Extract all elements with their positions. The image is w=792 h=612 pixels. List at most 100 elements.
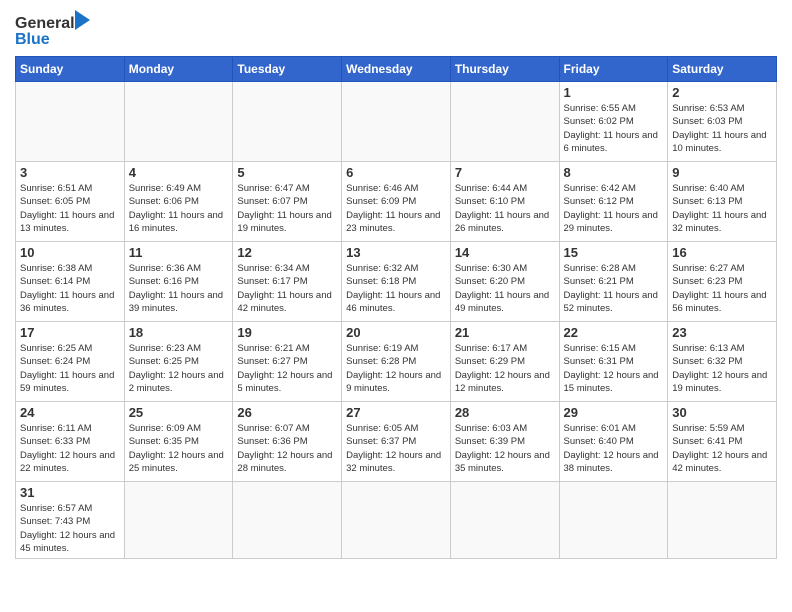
- day-info: Sunrise: 6:42 AM Sunset: 6:12 PM Dayligh…: [564, 182, 664, 235]
- day-number: 16: [672, 245, 772, 260]
- calendar-cell: [450, 482, 559, 559]
- day-number: 29: [564, 405, 664, 420]
- day-number: 18: [129, 325, 229, 340]
- day-number: 30: [672, 405, 772, 420]
- day-info: Sunrise: 6:40 AM Sunset: 6:13 PM Dayligh…: [672, 182, 772, 235]
- col-header-saturday: Saturday: [668, 57, 777, 82]
- day-info: Sunrise: 6:17 AM Sunset: 6:29 PM Dayligh…: [455, 342, 555, 395]
- calendar-cell: 14Sunrise: 6:30 AM Sunset: 6:20 PM Dayli…: [450, 242, 559, 322]
- svg-text:General: General: [15, 15, 75, 32]
- day-info: Sunrise: 6:27 AM Sunset: 6:23 PM Dayligh…: [672, 262, 772, 315]
- calendar-cell: 24Sunrise: 6:11 AM Sunset: 6:33 PM Dayli…: [16, 402, 125, 482]
- day-info: Sunrise: 6:53 AM Sunset: 6:03 PM Dayligh…: [672, 102, 772, 155]
- day-number: 21: [455, 325, 555, 340]
- day-number: 12: [237, 245, 337, 260]
- day-number: 6: [346, 165, 446, 180]
- calendar-cell: 9 Sunrise: 6:40 AM Sunset: 6:13 PM Daylig…: [668, 162, 777, 242]
- logo-area: GeneralBlue: [15, 10, 95, 50]
- day-info: Sunrise: 6:34 AM Sunset: 6:17 PM Dayligh…: [237, 262, 337, 315]
- calendar-cell: 7 Sunrise: 6:44 AM Sunset: 6:10 PM Daylig…: [450, 162, 559, 242]
- day-number: 14: [455, 245, 555, 260]
- calendar-table: SundayMondayTuesdayWednesdayThursdayFrid…: [15, 56, 777, 559]
- col-header-thursday: Thursday: [450, 57, 559, 82]
- day-number: 25: [129, 405, 229, 420]
- calendar-cell: 3 Sunrise: 6:51 AM Sunset: 6:05 PM Daylig…: [16, 162, 125, 242]
- day-info: Sunrise: 6:38 AM Sunset: 6:14 PM Dayligh…: [20, 262, 120, 315]
- calendar-cell: 18 Sunrise: 6:23 AM Sunset: 6:25 PM Dayli…: [124, 322, 233, 402]
- calendar-week-row: 3 Sunrise: 6:51 AM Sunset: 6:05 PM Daylig…: [16, 162, 777, 242]
- day-number: 10: [20, 245, 120, 260]
- day-info: Sunrise: 6:09 AM Sunset: 6:35 PM Dayligh…: [129, 422, 229, 475]
- day-info: Sunrise: 6:32 AM Sunset: 6:18 PM Dayligh…: [346, 262, 446, 315]
- page-header: GeneralBlue: [15, 10, 777, 50]
- day-info: Sunrise: 6:13 AM Sunset: 6:32 PM Dayligh…: [672, 342, 772, 395]
- calendar-cell: 4 Sunrise: 6:49 AM Sunset: 6:06 PM Daylig…: [124, 162, 233, 242]
- day-number: 2: [672, 85, 772, 100]
- day-number: 5: [237, 165, 337, 180]
- day-info: Sunrise: 6:05 AM Sunset: 6:37 PM Dayligh…: [346, 422, 446, 475]
- day-info: Sunrise: 6:21 AM Sunset: 6:27 PM Dayligh…: [237, 342, 337, 395]
- day-info: Sunrise: 6:57 AM Sunset: 7:43 PM Dayligh…: [20, 502, 120, 555]
- calendar-cell: 31 Sunrise: 6:57 AM Sunset: 7:43 PM Dayli…: [16, 482, 125, 559]
- day-number: 27: [346, 405, 446, 420]
- day-info: Sunrise: 6:46 AM Sunset: 6:09 PM Dayligh…: [346, 182, 446, 235]
- day-info: Sunrise: 6:44 AM Sunset: 6:10 PM Dayligh…: [455, 182, 555, 235]
- day-info: Sunrise: 6:47 AM Sunset: 6:07 PM Dayligh…: [237, 182, 337, 235]
- col-header-monday: Monday: [124, 57, 233, 82]
- calendar-cell: [124, 82, 233, 162]
- day-number: 11: [129, 245, 229, 260]
- calendar-cell: 22Sunrise: 6:15 AM Sunset: 6:31 PM Dayli…: [559, 322, 668, 402]
- day-number: 19: [237, 325, 337, 340]
- day-number: 4: [129, 165, 229, 180]
- calendar-cell: 28 Sunrise: 6:03 AM Sunset: 6:39 PM Dayli…: [450, 402, 559, 482]
- calendar-cell: 30 Sunrise: 5:59 AM Sunset: 6:41 PM Dayli…: [668, 402, 777, 482]
- day-info: Sunrise: 6:36 AM Sunset: 6:16 PM Dayligh…: [129, 262, 229, 315]
- col-header-friday: Friday: [559, 57, 668, 82]
- calendar-cell: 1Sunrise: 6:55 AM Sunset: 6:02 PM Daylig…: [559, 82, 668, 162]
- calendar-cell: 20 Sunrise: 6:19 AM Sunset: 6:28 PM Dayli…: [342, 322, 451, 402]
- day-number: 13: [346, 245, 446, 260]
- day-info: Sunrise: 6:23 AM Sunset: 6:25 PM Dayligh…: [129, 342, 229, 395]
- calendar-cell: 5 Sunrise: 6:47 AM Sunset: 6:07 PM Daylig…: [233, 162, 342, 242]
- day-number: 3: [20, 165, 120, 180]
- calendar-cell: 26Sunrise: 6:07 AM Sunset: 6:36 PM Dayli…: [233, 402, 342, 482]
- day-number: 26: [237, 405, 337, 420]
- day-number: 17: [20, 325, 120, 340]
- day-number: 23: [672, 325, 772, 340]
- calendar-cell: 16 Sunrise: 6:27 AM Sunset: 6:23 PM Dayli…: [668, 242, 777, 322]
- calendar-cell: 29 Sunrise: 6:01 AM Sunset: 6:40 PM Dayli…: [559, 402, 668, 482]
- calendar-cell: 17Sunrise: 6:25 AM Sunset: 6:24 PM Dayli…: [16, 322, 125, 402]
- day-number: 22: [564, 325, 664, 340]
- day-number: 8: [564, 165, 664, 180]
- svg-text:Blue: Blue: [15, 31, 50, 48]
- day-number: 31: [20, 485, 120, 500]
- calendar-cell: 12 Sunrise: 6:34 AM Sunset: 6:17 PM Dayli…: [233, 242, 342, 322]
- day-info: Sunrise: 6:28 AM Sunset: 6:21 PM Dayligh…: [564, 262, 664, 315]
- calendar-week-row: 31 Sunrise: 6:57 AM Sunset: 7:43 PM Dayli…: [16, 482, 777, 559]
- day-info: Sunrise: 6:19 AM Sunset: 6:28 PM Dayligh…: [346, 342, 446, 395]
- calendar-cell: [233, 482, 342, 559]
- day-info: Sunrise: 5:59 AM Sunset: 6:41 PM Dayligh…: [672, 422, 772, 475]
- day-info: Sunrise: 6:51 AM Sunset: 6:05 PM Dayligh…: [20, 182, 120, 235]
- calendar-cell: 19 Sunrise: 6:21 AM Sunset: 6:27 PM Dayli…: [233, 322, 342, 402]
- calendar-week-row: 24Sunrise: 6:11 AM Sunset: 6:33 PM Dayli…: [16, 402, 777, 482]
- calendar-cell: 11 Sunrise: 6:36 AM Sunset: 6:16 PM Dayli…: [124, 242, 233, 322]
- day-number: 9: [672, 165, 772, 180]
- calendar-cell: 2 Sunrise: 6:53 AM Sunset: 6:03 PM Daylig…: [668, 82, 777, 162]
- calendar-cell: 6 Sunrise: 6:46 AM Sunset: 6:09 PM Daylig…: [342, 162, 451, 242]
- calendar-cell: 25 Sunrise: 6:09 AM Sunset: 6:35 PM Dayli…: [124, 402, 233, 482]
- day-number: 28: [455, 405, 555, 420]
- day-number: 20: [346, 325, 446, 340]
- day-number: 24: [20, 405, 120, 420]
- day-number: 7: [455, 165, 555, 180]
- generalblue-logo-icon: GeneralBlue: [15, 10, 95, 50]
- calendar-cell: [668, 482, 777, 559]
- day-info: Sunrise: 6:01 AM Sunset: 6:40 PM Dayligh…: [564, 422, 664, 475]
- day-info: Sunrise: 6:03 AM Sunset: 6:39 PM Dayligh…: [455, 422, 555, 475]
- day-info: Sunrise: 6:49 AM Sunset: 6:06 PM Dayligh…: [129, 182, 229, 235]
- calendar-cell: [124, 482, 233, 559]
- calendar-week-row: 17Sunrise: 6:25 AM Sunset: 6:24 PM Dayli…: [16, 322, 777, 402]
- calendar-cell: 27 Sunrise: 6:05 AM Sunset: 6:37 PM Dayli…: [342, 402, 451, 482]
- day-number: 15: [564, 245, 664, 260]
- day-info: Sunrise: 6:55 AM Sunset: 6:02 PM Dayligh…: [564, 102, 664, 155]
